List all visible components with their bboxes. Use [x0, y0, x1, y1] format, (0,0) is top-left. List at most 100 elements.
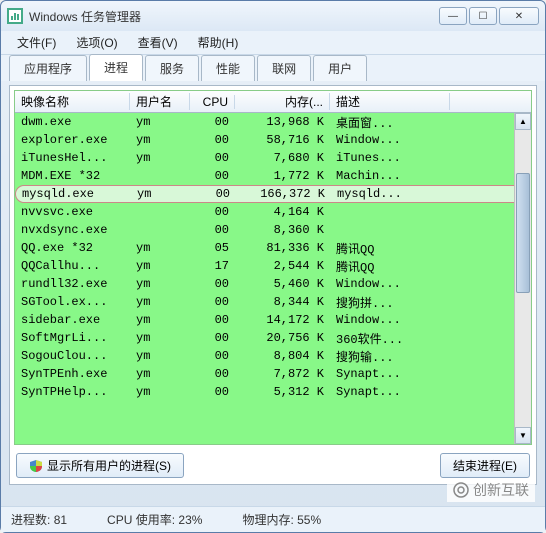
tab-performance[interactable]: 性能: [201, 55, 255, 81]
cell-mem: 8,344 K: [235, 295, 330, 309]
cell-mem: 13,968 K: [235, 115, 330, 129]
cell-user: ym: [130, 277, 190, 291]
table-row[interactable]: SogouClou...ym008,804 K搜狗输...: [15, 347, 531, 365]
maximize-button[interactable]: ☐: [469, 7, 497, 25]
table-row[interactable]: QQ.exe *32ym0581,336 K腾讯QQ: [15, 239, 531, 257]
show-all-users-label: 显示所有用户的进程(S): [47, 457, 171, 474]
cell-desc: Machin...: [330, 169, 450, 183]
cell-mem: 5,312 K: [235, 385, 330, 399]
col-description[interactable]: 描述: [330, 93, 450, 110]
status-process-count: 进程数: 81: [11, 511, 67, 528]
cell-cpu: 00: [190, 277, 235, 291]
scrollbar[interactable]: ▲ ▼: [514, 113, 531, 444]
table-row[interactable]: nvvsvc.exe004,164 K: [15, 203, 531, 221]
cell-user: ym: [130, 295, 190, 309]
menu-help[interactable]: 帮助(H): [190, 32, 247, 53]
titlebar[interactable]: Windows 任务管理器 — ☐ ✕: [1, 1, 545, 31]
cell-name: SGTool.ex...: [15, 295, 130, 309]
scroll-down-icon[interactable]: ▼: [515, 427, 531, 444]
col-cpu[interactable]: CPU: [190, 95, 235, 109]
table-row[interactable]: MDM.EXE *32001,772 KMachin...: [15, 167, 531, 185]
window-controls: — ☐ ✕: [439, 7, 539, 25]
table-body[interactable]: dwm.exeym0013,968 K桌面窗...explorer.exeym0…: [15, 113, 531, 445]
cell-desc: 腾讯QQ: [330, 240, 450, 257]
table-row[interactable]: iTunesHel...ym007,680 KiTunes...: [15, 149, 531, 167]
cell-name: QQCallhu...: [15, 259, 130, 273]
table-row[interactable]: nvxdsync.exe008,360 K: [15, 221, 531, 239]
button-row: 显示所有用户的进程(S) 结束进程(E): [16, 453, 530, 478]
cell-desc: 腾讯QQ: [330, 258, 450, 275]
cell-mem: 1,772 K: [235, 169, 330, 183]
window-title: Windows 任务管理器: [29, 8, 439, 25]
cell-name: SynTPEnh.exe: [15, 367, 130, 381]
close-button[interactable]: ✕: [499, 7, 539, 25]
tab-users[interactable]: 用户: [313, 55, 367, 81]
table-row[interactable]: SoftMgrLi...ym0020,756 K360软件...: [15, 329, 531, 347]
cell-desc: mysqld...: [331, 187, 451, 201]
cell-mem: 8,804 K: [235, 349, 330, 363]
cell-mem: 166,372 K: [236, 187, 331, 201]
cell-mem: 5,460 K: [235, 277, 330, 291]
watermark: 创新互联: [447, 478, 535, 502]
cell-name: QQ.exe *32: [15, 241, 130, 255]
table-row[interactable]: SynTPHelp...ym005,312 KSynapt...: [15, 383, 531, 401]
cell-name: explorer.exe: [15, 133, 130, 147]
cell-desc: Window...: [330, 313, 450, 327]
cell-user: ym: [130, 151, 190, 165]
scroll-up-icon[interactable]: ▲: [515, 113, 531, 130]
col-memory[interactable]: 内存(...: [235, 93, 330, 110]
cell-desc: Window...: [330, 277, 450, 291]
table-row[interactable]: QQCallhu...ym172,544 K腾讯QQ: [15, 257, 531, 275]
cell-mem: 81,336 K: [235, 241, 330, 255]
cell-name: SogouClou...: [15, 349, 130, 363]
tab-services[interactable]: 服务: [145, 55, 199, 81]
cell-desc: Synapt...: [330, 367, 450, 381]
show-all-users-button[interactable]: 显示所有用户的进程(S): [16, 453, 184, 478]
cell-desc: 360软件...: [330, 330, 450, 347]
scroll-thumb[interactable]: [516, 173, 530, 293]
menubar: 文件(F) 选项(O) 查看(V) 帮助(H): [1, 31, 545, 55]
menu-view[interactable]: 查看(V): [130, 32, 186, 53]
cell-user: ym: [130, 385, 190, 399]
tab-processes[interactable]: 进程: [89, 54, 143, 81]
cell-cpu: 00: [190, 295, 235, 309]
table-row[interactable]: explorer.exeym0058,716 KWindow...: [15, 131, 531, 149]
col-image-name[interactable]: 映像名称: [15, 93, 130, 110]
cell-cpu: 00: [190, 115, 235, 129]
tab-networking[interactable]: 联网: [257, 55, 311, 81]
col-user-name[interactable]: 用户名: [130, 93, 190, 110]
cell-mem: 4,164 K: [235, 205, 330, 219]
cell-cpu: 00: [190, 151, 235, 165]
table-row[interactable]: rundll32.exeym005,460 KWindow...: [15, 275, 531, 293]
tab-applications[interactable]: 应用程序: [9, 55, 87, 81]
cell-mem: 7,680 K: [235, 151, 330, 165]
cell-mem: 8,360 K: [235, 223, 330, 237]
app-icon: [7, 8, 23, 24]
cell-user: ym: [130, 367, 190, 381]
table-row[interactable]: mysqld.exeym00166,372 Kmysqld...: [15, 185, 531, 203]
table-row[interactable]: sidebar.exeym0014,172 KWindow...: [15, 311, 531, 329]
cell-cpu: 00: [190, 367, 235, 381]
table-row[interactable]: SGTool.ex...ym008,344 K搜狗拼...: [15, 293, 531, 311]
cell-desc: Synapt...: [330, 385, 450, 399]
cell-user: ym: [130, 241, 190, 255]
cell-cpu: 00: [191, 187, 236, 201]
cell-desc: 搜狗拼...: [330, 294, 450, 311]
end-process-label: 结束进程(E): [453, 457, 517, 474]
end-process-button[interactable]: 结束进程(E): [440, 453, 530, 478]
cell-user: ym: [130, 331, 190, 345]
statusbar: 进程数: 81 CPU 使用率: 23% 物理内存: 55%: [1, 506, 545, 532]
cell-desc: 搜狗输...: [330, 348, 450, 365]
uac-shield-icon: [29, 459, 43, 473]
cell-cpu: 00: [190, 313, 235, 327]
menu-options[interactable]: 选项(O): [68, 32, 125, 53]
cell-mem: 2,544 K: [235, 259, 330, 273]
cell-mem: 7,872 K: [235, 367, 330, 381]
cell-name: mysqld.exe: [16, 187, 131, 201]
cell-cpu: 05: [190, 241, 235, 255]
cell-user: ym: [131, 187, 191, 201]
minimize-button[interactable]: —: [439, 7, 467, 25]
menu-file[interactable]: 文件(F): [9, 32, 64, 53]
table-row[interactable]: SynTPEnh.exeym007,872 KSynapt...: [15, 365, 531, 383]
table-row[interactable]: dwm.exeym0013,968 K桌面窗...: [15, 113, 531, 131]
